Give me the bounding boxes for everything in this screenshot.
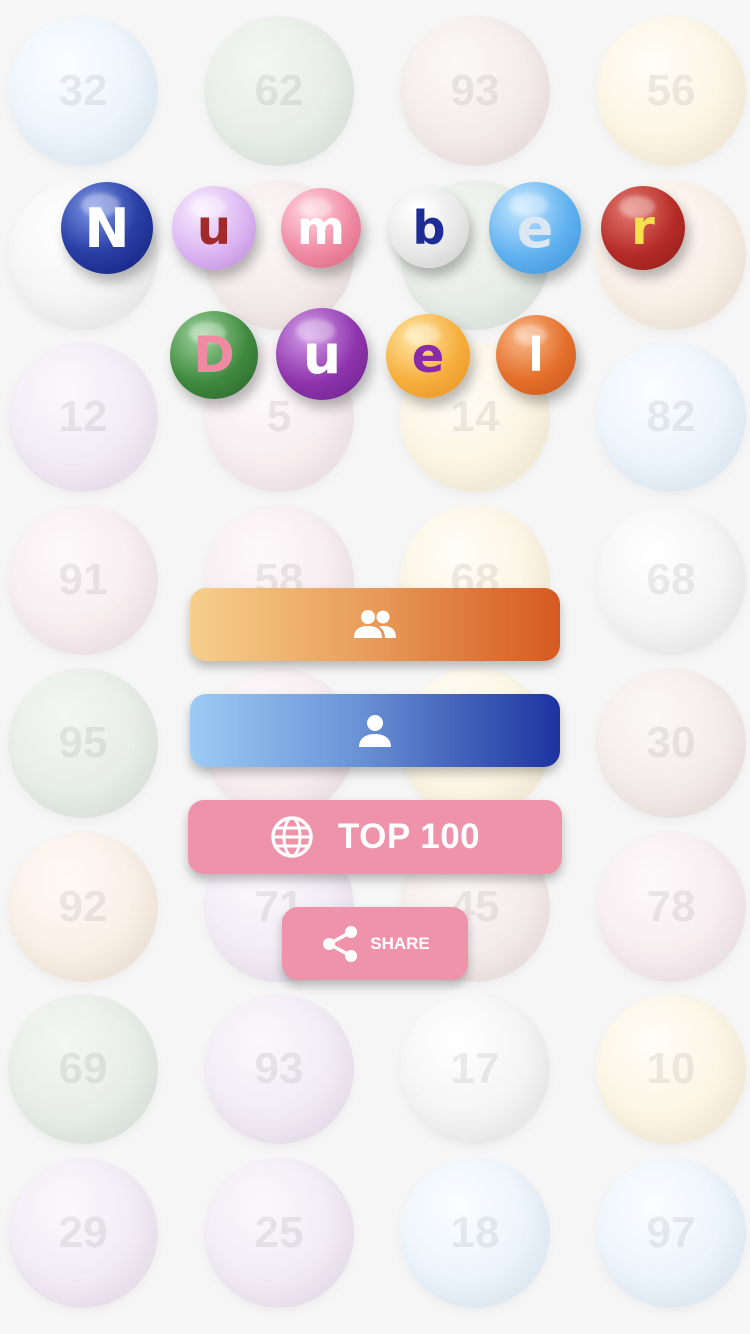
background-ball: 12 — [8, 342, 158, 492]
top-100-button[interactable]: TOP 100 — [188, 800, 562, 874]
background-ball: 25 — [204, 1158, 354, 1308]
background-ball: 56 — [596, 16, 746, 166]
share-label: SHARE — [370, 933, 430, 953]
background-ball: 91 — [8, 505, 158, 655]
background-ball: 17 — [400, 994, 550, 1144]
title-ball-e: e — [489, 182, 581, 274]
background-ball: 18 — [400, 1158, 550, 1308]
multiplayer-button[interactable] — [190, 588, 560, 661]
background-ball: 78 — [596, 832, 746, 982]
title-ball-l: l — [496, 315, 576, 395]
background-ball: 62 — [204, 16, 354, 166]
title-ball-e2: e — [386, 314, 470, 398]
person-icon — [359, 714, 391, 747]
background-ball: 93 — [204, 994, 354, 1144]
share-button[interactable]: SHARE — [282, 907, 468, 980]
title-ball-r: r — [601, 186, 685, 270]
group-icon — [354, 609, 396, 638]
background-ball: 95 — [8, 668, 158, 818]
single-player-button[interactable] — [190, 694, 560, 767]
title-ball-b: b — [389, 188, 469, 268]
background-ball: 10 — [596, 994, 746, 1144]
background-ball: 69 — [8, 994, 158, 1144]
background-ball: 92 — [8, 832, 158, 982]
globe-icon — [271, 816, 313, 858]
title-ball-n: N — [61, 182, 153, 274]
background-ball: 32 — [8, 16, 158, 166]
title-ball-u: u — [172, 186, 256, 270]
share-icon — [323, 925, 358, 962]
top-100-label: TOP 100 — [337, 817, 481, 856]
background-ball: 82 — [596, 342, 746, 492]
title-ball-d: D — [170, 311, 258, 399]
background-ball: 68 — [596, 505, 746, 655]
background-ball: 93 — [400, 16, 550, 166]
title-ball-u2: u — [276, 308, 368, 400]
background-ball: 30 — [596, 668, 746, 818]
background-ball: 97 — [596, 1158, 746, 1308]
background-ball: 29 — [8, 1158, 158, 1308]
title-ball-m: m — [281, 188, 361, 268]
